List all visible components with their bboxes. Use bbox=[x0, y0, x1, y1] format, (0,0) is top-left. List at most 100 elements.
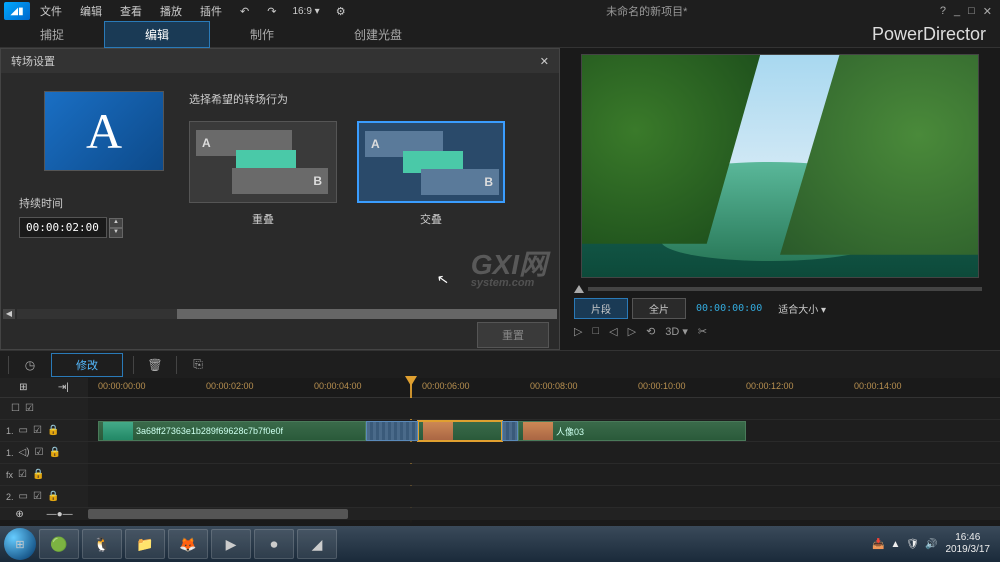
taskbar-item[interactable]: 🟢 bbox=[39, 529, 79, 559]
scroll-left-button[interactable]: ◀ bbox=[3, 309, 15, 319]
menu-play[interactable]: 播放 bbox=[152, 1, 190, 21]
tab-edit[interactable]: 编辑 bbox=[104, 21, 210, 48]
minimize-button[interactable]: _ bbox=[954, 5, 960, 18]
duration-up-button[interactable]: ▲ bbox=[109, 218, 123, 228]
ruler-tick: 00:00:14:00 bbox=[854, 381, 902, 391]
taskbar-item[interactable]: ▶ bbox=[211, 529, 251, 559]
settings-icon[interactable]: ⚙ bbox=[328, 3, 354, 20]
track-header[interactable]: 1.◁)☑🔒 bbox=[0, 442, 88, 463]
track-toggle-icon[interactable]: ☑ bbox=[35, 447, 44, 458]
preview-fit-select[interactable]: 适合大小 ▾ bbox=[772, 300, 832, 317]
tab-produce[interactable]: 制作 bbox=[210, 22, 314, 47]
close-button[interactable]: ✕ bbox=[983, 5, 992, 18]
track-toggle-icon[interactable]: ☑ bbox=[25, 403, 34, 414]
trash-icon[interactable]: 🗑 bbox=[144, 355, 166, 375]
menu-plugin[interactable]: 插件 bbox=[192, 1, 230, 21]
timeline-clip[interactable]: 人像03 bbox=[518, 421, 746, 441]
timeline-hscroll[interactable] bbox=[88, 508, 1000, 520]
clock-icon[interactable]: ◷ bbox=[19, 355, 41, 375]
track-toggle-icon[interactable]: ☑ bbox=[33, 491, 42, 502]
zoom-slider-icon[interactable]: —●— bbox=[47, 509, 73, 520]
brand-label: PowerDirector bbox=[872, 24, 1000, 45]
taskbar-item[interactable]: 🐧 bbox=[82, 529, 122, 559]
3d-button[interactable]: 3D ▾ bbox=[665, 325, 688, 338]
track-body[interactable] bbox=[88, 442, 1000, 463]
timeline-transition[interactable] bbox=[366, 421, 418, 441]
panel-close-icon[interactable]: ✕ bbox=[540, 55, 549, 68]
timeline-ruler[interactable]: 00:00:00:0000:00:02:0000:00:04:0000:00:0… bbox=[88, 378, 1000, 397]
preview-tab-movie[interactable]: 全片 bbox=[632, 298, 686, 319]
track-toggle-icon[interactable]: ▭ bbox=[19, 425, 28, 436]
start-button[interactable]: ⊞ bbox=[4, 528, 36, 560]
behavior-overlap[interactable]: A B 重叠 bbox=[189, 121, 337, 227]
modify-button[interactable]: 修改 bbox=[51, 353, 123, 377]
transition-thumbnail: A bbox=[44, 91, 164, 171]
timeline-mode-icon[interactable]: ⊞ bbox=[19, 382, 27, 393]
system-clock[interactable]: 16:46 2019/3/17 bbox=[946, 532, 991, 556]
track-toggle-icon[interactable]: ▭ bbox=[19, 491, 28, 502]
track-toggle-icon[interactable]: ☑ bbox=[33, 425, 42, 436]
track-toggle-icon[interactable]: 🔒 bbox=[49, 447, 61, 458]
redo-icon[interactable]: ↷ bbox=[259, 3, 284, 20]
aspect-ratio-select[interactable]: 16:9 ▾ bbox=[286, 5, 325, 18]
behavior-overlap-label: 重叠 bbox=[189, 211, 337, 227]
reset-button[interactable]: 重置 bbox=[477, 322, 549, 348]
ruler-tick: 00:00:02:00 bbox=[206, 381, 254, 391]
track-toggle-icon[interactable]: 🔒 bbox=[32, 469, 44, 480]
add-track-icon[interactable]: ⊕ bbox=[15, 509, 23, 520]
tab-disc[interactable]: 创建光盘 bbox=[314, 22, 442, 47]
ruler-tick: 00:00:08:00 bbox=[530, 381, 578, 391]
track-toggle-icon[interactable]: ☑ bbox=[18, 469, 27, 480]
duration-input[interactable] bbox=[19, 217, 107, 238]
taskbar-item[interactable]: 🦊 bbox=[168, 529, 208, 559]
tab-capture[interactable]: 捕捉 bbox=[0, 22, 104, 47]
track-body[interactable] bbox=[88, 486, 1000, 507]
track-header[interactable]: ☐☑ bbox=[0, 398, 88, 419]
track-header[interactable]: fx☑🔒 bbox=[0, 464, 88, 485]
preview-tab-clip[interactable]: 片段 bbox=[574, 298, 628, 319]
taskbar-item[interactable]: 📁 bbox=[125, 529, 165, 559]
tray-icon[interactable]: 🛡 bbox=[906, 539, 919, 550]
track-toggle-icon[interactable]: ◁) bbox=[19, 447, 30, 458]
duration-down-button[interactable]: ▼ bbox=[109, 228, 123, 238]
maximize-button[interactable]: □ bbox=[968, 5, 975, 18]
more-icon[interactable]: ⎘ bbox=[187, 355, 209, 375]
timeline-transition[interactable] bbox=[502, 421, 518, 441]
play-button[interactable]: ▷ bbox=[574, 325, 582, 338]
preview-seek-bar[interactable] bbox=[588, 287, 982, 291]
preview-playhead-icon[interactable] bbox=[574, 285, 584, 293]
timeline-clip[interactable] bbox=[418, 421, 502, 441]
tray-icon[interactable]: 📥 bbox=[872, 539, 884, 550]
menu-file[interactable]: 文件 bbox=[32, 1, 70, 21]
scroll-track[interactable] bbox=[17, 309, 543, 319]
menu-view[interactable]: 查看 bbox=[112, 1, 150, 21]
next-frame-button[interactable]: ▷ bbox=[628, 325, 636, 338]
stop-button[interactable]: □ bbox=[592, 325, 599, 337]
panel-title: 转场设置 bbox=[11, 53, 55, 69]
help-button[interactable]: ? bbox=[940, 5, 946, 18]
track-toggle-icon[interactable]: ☐ bbox=[11, 403, 20, 414]
track-toggle-icon[interactable]: 🔒 bbox=[47, 491, 59, 502]
undo-icon[interactable]: ↶ bbox=[232, 3, 257, 20]
snapshot-button[interactable]: ✂ bbox=[698, 325, 707, 338]
behavior-cross[interactable]: A B 交叠 bbox=[357, 121, 505, 227]
taskbar-item[interactable]: ⏺ bbox=[254, 529, 294, 559]
track-toggle-icon[interactable]: 🔒 bbox=[47, 425, 59, 436]
ruler-tick: 00:00:04:00 bbox=[314, 381, 362, 391]
tray-icon[interactable]: ▲ bbox=[890, 539, 900, 550]
track-body[interactable] bbox=[88, 398, 1000, 419]
tray-icon[interactable]: 🔊 bbox=[925, 539, 937, 550]
menu-edit[interactable]: 编辑 bbox=[72, 1, 110, 21]
behavior-title: 选择希望的转场行为 bbox=[189, 91, 541, 107]
prev-frame-button[interactable]: ◁ bbox=[609, 325, 617, 338]
duration-label: 持续时间 bbox=[19, 195, 189, 211]
loop-button[interactable]: ⟲ bbox=[646, 325, 655, 338]
timeline-snap-icon[interactable]: ⇥| bbox=[58, 382, 69, 393]
track-body[interactable]: 3a68ff27363e1b289f69628c7b7f0e0f 人像03 bbox=[88, 420, 1000, 441]
timeline-clip[interactable]: 3a68ff27363e1b289f69628c7b7f0e0f bbox=[98, 421, 366, 441]
ruler-tick: 00:00:12:00 bbox=[746, 381, 794, 391]
track-header[interactable]: 1.▭☑🔒 bbox=[0, 420, 88, 441]
taskbar-item[interactable]: ◢ bbox=[297, 529, 337, 559]
track-body[interactable] bbox=[88, 464, 1000, 485]
track-header[interactable]: 2.▭☑🔒 bbox=[0, 486, 88, 507]
